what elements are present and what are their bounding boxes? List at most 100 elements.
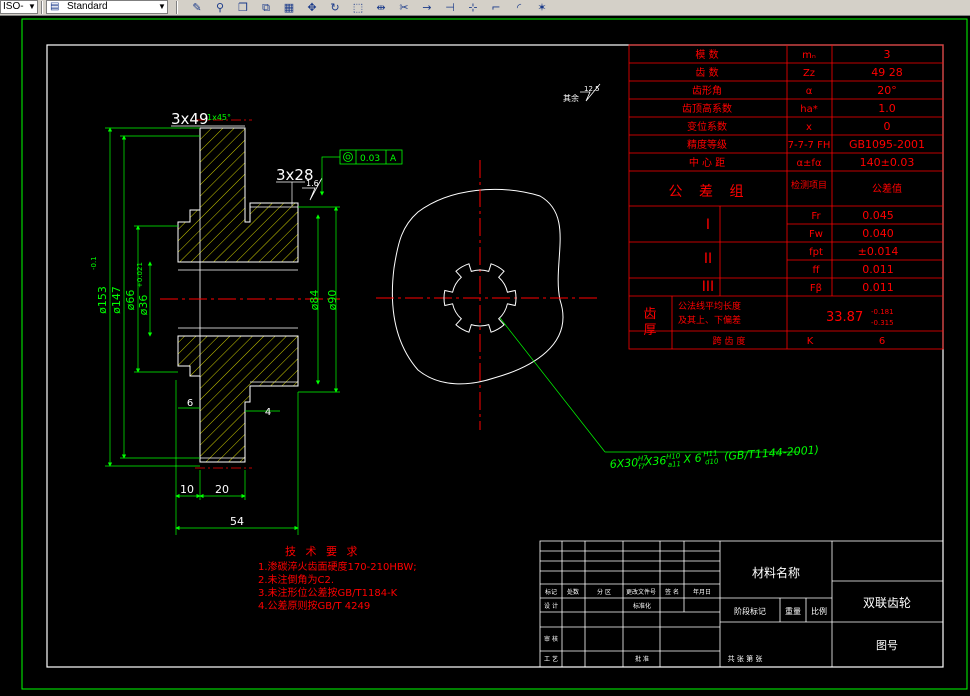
dim-d36-tol: +0.021 xyxy=(136,262,144,288)
scale-icon[interactable]: ⬚ xyxy=(351,1,365,14)
gear-section-view: ø153 -0.1 ø147 ø66 ø36 +0.021 ø84 ø90 10… xyxy=(90,110,403,535)
param-name: 变位系数 xyxy=(687,120,727,133)
tech-req-line: 3.未注形位公差按GB/T1184-K xyxy=(258,586,398,599)
design-label: 设 计 xyxy=(544,602,558,610)
layer-combo[interactable]: ISO- ▼ xyxy=(0,0,38,14)
param-name: 齿 数 xyxy=(695,66,718,79)
dim-d153-tol: -0.1 xyxy=(90,256,98,270)
param-value: 49 28 xyxy=(871,66,903,79)
span-value: 6 xyxy=(879,336,885,347)
roughness-other-value: 12.5 xyxy=(584,85,600,93)
toolbar: ISO- ▼ ▤ Standard ▼ ✎ ⚲ ❐ ⧉ ▦ ✥ ↻ ⬚ ⇹ ✂ → ⊣ ⊹ ⌐ ◜ ✶ xyxy=(0,0,970,16)
match-properties-icon[interactable]: ⚲ xyxy=(213,1,227,14)
toolbar-separator xyxy=(41,1,43,14)
tech-req-title: 技 术 要 求 xyxy=(285,545,361,558)
spline-spec: 6X30H7f7X36H10a11 X 6H11d10 (GB/T1144-2001… xyxy=(609,442,819,473)
drawing-canvas[interactable]: ø153 -0.1 ø147 ø66 ø36 +0.021 ø84 ø90 10… xyxy=(0,16,970,692)
chamfer-icon[interactable]: ⌐ xyxy=(489,1,503,14)
mirror-icon[interactable]: ⧉ xyxy=(259,1,273,14)
thickness-label-1: 齿 xyxy=(643,307,656,322)
param-name: 模 数 xyxy=(695,48,718,61)
dim-w20: 20 xyxy=(215,483,229,496)
stretch-icon[interactable]: ⇹ xyxy=(374,1,388,14)
tech-req-line: 1.渗碳淬火齿面硬度170-210HBW; xyxy=(258,560,417,573)
span-label: 跨 齿 度 xyxy=(713,335,746,347)
thickness-value: 33.87 xyxy=(826,310,863,325)
style-combo[interactable]: ▤ Standard ▼ xyxy=(46,0,168,14)
dim-w6: 6 xyxy=(187,398,193,409)
sheet-label: 共 张 第 张 xyxy=(728,654,763,663)
param-value: 0 xyxy=(884,120,891,133)
param-value: GB1095-2001 xyxy=(849,138,925,151)
copy-icon[interactable]: ❐ xyxy=(236,1,250,14)
param-value: 20° xyxy=(877,84,897,97)
tol-value: 0.040 xyxy=(862,227,894,240)
group-roman-1: I xyxy=(706,217,710,233)
runout-datum: A xyxy=(390,154,397,164)
layer-combo-value: ISO- xyxy=(3,1,24,12)
param-value: 140±0.03 xyxy=(860,156,915,169)
dim-d66: ø66 xyxy=(124,290,137,311)
tol-value: 0.045 xyxy=(862,209,894,222)
param-symbol: 7-7-7 FH xyxy=(788,140,831,151)
tol-symbol: Fw xyxy=(809,229,823,240)
param-symbol: mₙ xyxy=(802,50,816,61)
review-label: 审 核 xyxy=(544,635,558,643)
move-icon[interactable]: ✥ xyxy=(305,1,319,14)
param-symbol: Zz xyxy=(803,68,815,79)
break-icon[interactable]: ⊣ xyxy=(443,1,457,14)
title-block-header: 签 名 xyxy=(665,588,679,596)
thickness-desc-2: 及其上、下偏差 xyxy=(678,314,741,326)
cad-drawing: ø153 -0.1 ø147 ø66 ø36 +0.021 ø84 ø90 10… xyxy=(21,18,968,690)
dim-d84: ø84 xyxy=(308,290,321,311)
tolerance-value-header: 公差值 xyxy=(872,182,902,195)
group-roman-3: III xyxy=(702,279,714,295)
trim-icon[interactable]: ✂ xyxy=(397,1,411,14)
param-name: 齿顶高系数 xyxy=(682,102,732,115)
tol-symbol: Fr xyxy=(811,211,821,222)
tooth-thickness-section: 齿 厚 公法线平均长度 及其上、下偏差 33.87 -0.181 -0.315 … xyxy=(643,300,893,347)
explode-icon[interactable]: ✶ xyxy=(535,1,549,14)
part-name: 双联齿轮 xyxy=(863,596,911,610)
roughness-other-label: 其余 xyxy=(563,93,579,103)
spline-end-view: 6X30H7f7X36H10a11 X 6H11d10 (GB/T1144-2001… xyxy=(376,160,819,473)
toolbar-separator xyxy=(176,1,178,14)
group-roman-2: II xyxy=(704,251,712,267)
dim-d153: ø153 xyxy=(96,286,109,314)
text-style-icon: ▤ xyxy=(50,1,60,12)
runout-circle-icon xyxy=(343,152,353,162)
weight-label: 重量 xyxy=(785,606,801,616)
standard-label: 标准化 xyxy=(633,602,651,610)
tol-value: ±0.014 xyxy=(858,245,899,258)
dim-d147: ø147 xyxy=(110,286,123,314)
dim-w54: 54 xyxy=(230,515,244,528)
drawing-number: 图号 xyxy=(876,639,898,652)
pencil-icon[interactable]: ✎ xyxy=(190,1,204,14)
dim-w4: 4 xyxy=(265,407,271,418)
scale-label: 比例 xyxy=(811,606,827,616)
title-block-header: 标记 xyxy=(545,588,557,596)
technical-requirements: 技 术 要 求 1.渗碳淬火齿面硬度170-210HBW; 2.未注倒角为C2.… xyxy=(258,545,417,612)
stage-mark: 阶段标记 xyxy=(734,606,766,616)
array-icon[interactable]: ▦ xyxy=(282,1,296,14)
title-block-header: 处数 xyxy=(567,588,579,596)
dim-d90: ø90 xyxy=(326,290,339,311)
tol-symbol: fpt xyxy=(809,247,823,258)
label-tooth49: 3x49 xyxy=(171,110,209,128)
runout-value: 0.03 xyxy=(360,154,380,164)
dim-d36: ø36 xyxy=(137,295,150,316)
span-symbol: K xyxy=(807,336,814,347)
tech-req-line: 2.未注倒角为C2. xyxy=(258,573,334,586)
chevron-down-icon: ▼ xyxy=(28,2,36,11)
rotate-icon[interactable]: ↻ xyxy=(328,1,342,14)
tol-symbol: ff xyxy=(813,265,821,276)
fillet-icon[interactable]: ◜ xyxy=(512,1,526,14)
dim-w10: 10 xyxy=(180,483,194,496)
title-block-text: 材料名称 双联齿轮 图号 阶段标记 重量 比例 标记 处数 分 区 更改文件号 签 名 年… xyxy=(544,565,911,663)
thickness-lower: -0.315 xyxy=(871,319,894,327)
break-at-point-icon[interactable]: ⊹ xyxy=(466,1,480,14)
label-chamfer: 1x45° xyxy=(207,113,231,122)
param-symbol: ha* xyxy=(800,104,817,115)
material-name: 材料名称 xyxy=(752,565,800,580)
extend-icon[interactable]: → xyxy=(420,1,434,14)
